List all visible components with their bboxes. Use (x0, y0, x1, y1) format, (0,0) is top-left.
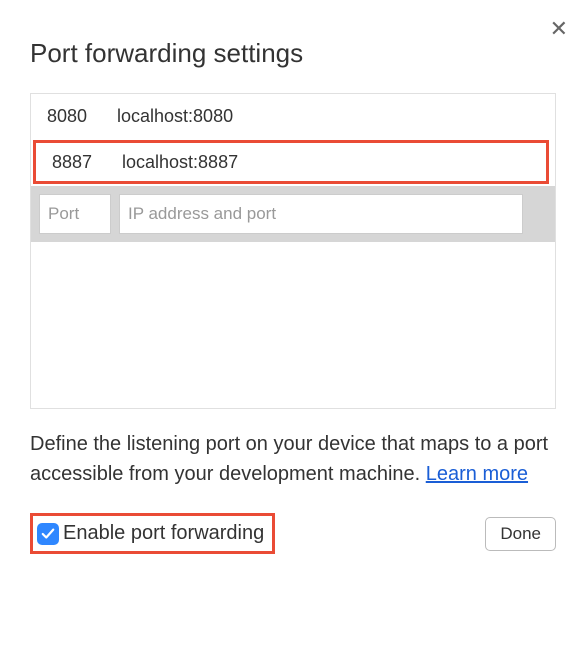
close-button[interactable]: ✕ (550, 18, 568, 40)
learn-more-link[interactable]: Learn more (426, 463, 528, 485)
mapping-row[interactable]: 8080 localhost:8080 (31, 94, 555, 138)
mapping-address: localhost:8080 (117, 106, 555, 127)
address-input[interactable] (119, 194, 523, 234)
enable-checkbox[interactable] (37, 523, 59, 545)
new-mapping-row (31, 186, 555, 242)
description-text: Define the listening port on your device… (30, 429, 556, 489)
mapping-port: 8887 (36, 152, 122, 173)
mapping-row[interactable]: 8887 localhost:8887 (33, 140, 549, 184)
done-button[interactable]: Done (485, 517, 556, 551)
mapping-address: localhost:8887 (122, 152, 546, 173)
mapping-port: 8080 (31, 106, 117, 127)
mapping-list: 8080 localhost:8080 8887 localhost:8887 (30, 93, 556, 409)
enable-checkbox-wrap[interactable]: Enable port forwarding (30, 513, 275, 554)
port-forwarding-dialog: ✕ Port forwarding settings 8080 localhos… (0, 0, 586, 584)
dialog-footer: Enable port forwarding Done (30, 513, 556, 554)
enable-checkbox-label: Enable port forwarding (63, 522, 264, 545)
port-input[interactable] (39, 194, 111, 234)
dialog-title: Port forwarding settings (30, 38, 556, 69)
check-icon (41, 527, 55, 541)
close-icon: ✕ (550, 16, 568, 41)
